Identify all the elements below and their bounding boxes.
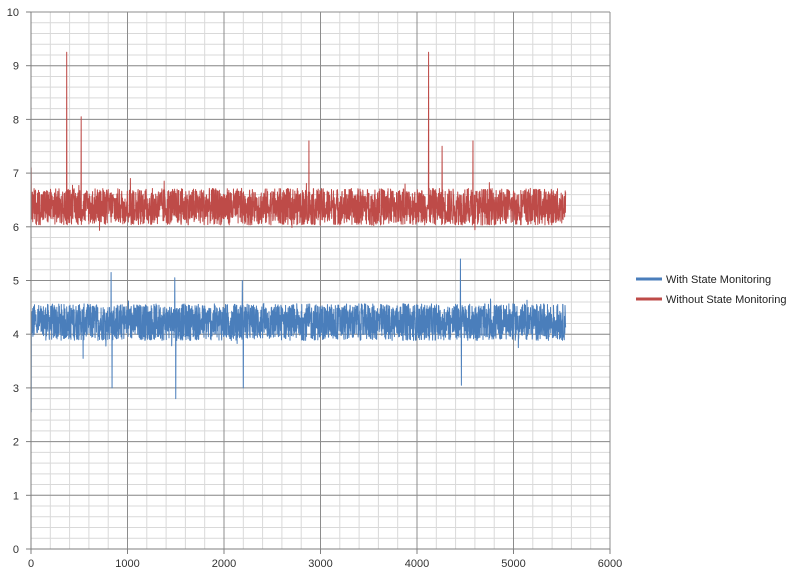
x-tick-label: 4000 — [405, 558, 429, 570]
y-tick-label: 4 — [13, 329, 19, 341]
y-tick-label: 0 — [13, 544, 19, 556]
chart: 0 1000 2000 3000 4000 5000 6000 0 1 2 3 4 5 6 7 8 9 10 Wi… — [0, 0, 800, 580]
y-tick-label: 7 — [13, 168, 19, 180]
x-tick-label: 2000 — [212, 558, 236, 570]
axes: 0 1000 2000 3000 4000 5000 6000 0 1 2 3 4 5 6 7 8 9 10 — [7, 7, 622, 570]
y-tick-label: 8 — [13, 114, 19, 126]
legend-label: With State Monitoring — [666, 274, 771, 286]
x-tick-label: 0 — [28, 558, 34, 570]
y-tick-label: 9 — [13, 61, 19, 73]
major-grid — [30, 11, 611, 550]
x-tick-label: 6000 — [598, 558, 622, 570]
y-tick-label: 2 — [13, 437, 19, 449]
x-tick-label: 5000 — [501, 558, 525, 570]
x-tick-label: 1000 — [115, 558, 139, 570]
x-tick-label: 3000 — [308, 558, 332, 570]
legend-label: Without State Monitoring — [666, 294, 786, 306]
y-tick-label: 3 — [13, 383, 19, 395]
y-tick-label: 5 — [13, 276, 19, 288]
legend: With State Monitoring Without State Monit… — [636, 274, 786, 306]
series-layer — [30, 51, 567, 413]
y-tick-label: 6 — [13, 222, 19, 234]
line-chart: 0 1000 2000 3000 4000 5000 6000 0 1 2 3 4 5 6 7 8 9 10 Wi… — [7, 7, 787, 570]
y-tick-label: 10 — [7, 7, 19, 19]
series-line-0 — [30, 258, 567, 413]
y-tick-label: 1 — [13, 490, 19, 502]
